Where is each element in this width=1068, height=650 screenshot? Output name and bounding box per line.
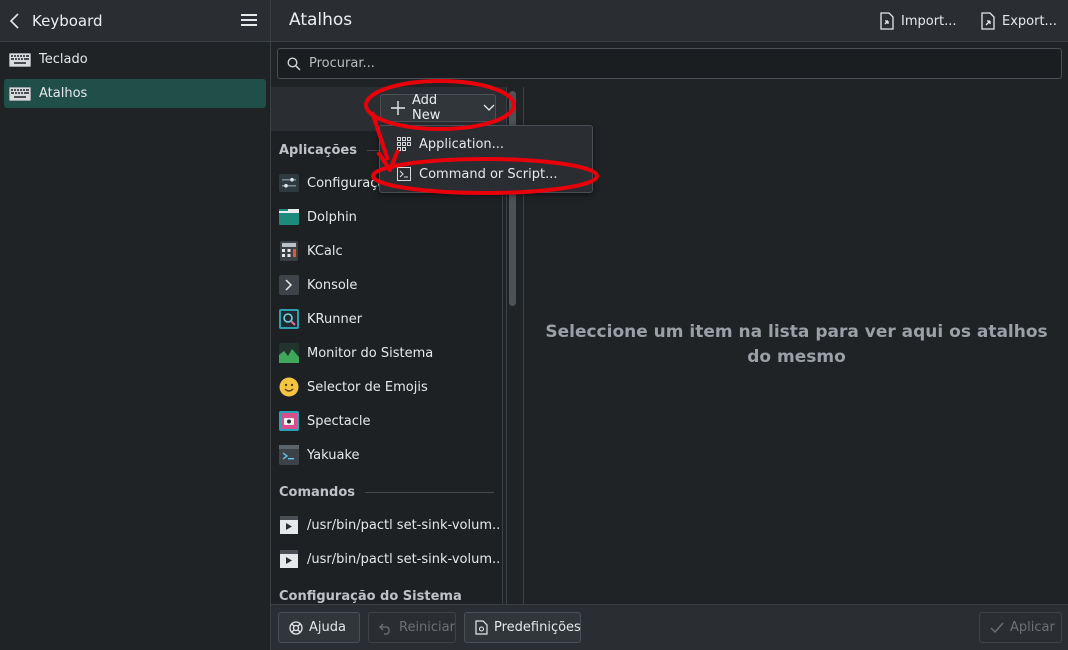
grid-icon <box>397 137 411 151</box>
apply-button[interactable]: Aplicar <box>979 612 1062 643</box>
add-new-label: Add New <box>412 93 441 123</box>
help-button[interactable]: Ajuda <box>278 612 360 643</box>
list-item[interactable]: /usr/bin/pactl set-sink-volum... <box>279 546 499 572</box>
document-import-icon <box>879 12 895 30</box>
list-item-label: KRunner <box>307 311 363 327</box>
undo-icon <box>379 621 393 635</box>
menu-item-label: Application... <box>419 136 505 152</box>
keyboard-icon <box>9 86 31 101</box>
lifebuoy-icon <box>289 620 303 635</box>
list-item[interactable]: KCalc <box>279 238 499 264</box>
list-item-label: Konsole <box>307 277 358 293</box>
sidebar-item-atalhos[interactable]: Atalhos <box>4 79 266 108</box>
list-item[interactable]: Spectacle <box>279 408 499 434</box>
chevron-left-icon <box>8 13 22 29</box>
search-input[interactable]: Procurar... <box>277 48 1062 79</box>
sidebar-item-label: Teclado <box>39 52 88 67</box>
terminal-icon <box>397 167 411 181</box>
list-item-label: Spectacle <box>307 413 371 429</box>
calculator-icon <box>279 241 299 261</box>
section-rule <box>365 492 494 493</box>
help-label: Ajuda <box>309 620 346 635</box>
document-export-icon <box>980 12 996 30</box>
system-settings-icon <box>279 173 299 193</box>
main-header: Atalhos Import... Export... <box>271 0 1068 42</box>
hamburger-icon <box>240 12 258 28</box>
list-item-label: Yakuake <box>307 447 360 463</box>
section-title: Aplicações <box>279 143 357 158</box>
import-label: Import... <box>901 13 957 29</box>
list-item-label: KCalc <box>307 243 343 259</box>
script-icon <box>279 549 299 569</box>
terminal-icon <box>279 275 299 295</box>
menu-item-command-or-script[interactable]: Command or Script... <box>380 160 594 188</box>
list-item-label: Selector de Emojis <box>307 379 428 395</box>
list-item-label: /usr/bin/pactl set-sink-volum... <box>307 517 499 533</box>
list-item-label: /usr/bin/pactl set-sink-volum... <box>307 551 499 567</box>
krunner-search-icon <box>279 309 299 329</box>
add-new-button[interactable]: Add New <box>380 93 496 123</box>
reset-button[interactable]: Reiniciar <box>368 612 456 643</box>
section-title: Configuração do Sistema <box>279 589 462 604</box>
yakuake-terminal-icon <box>279 445 299 465</box>
list-item-label: Monitor do Sistema <box>307 345 434 361</box>
page-title: Atalhos <box>289 10 353 30</box>
sidebar-item-label: Atalhos <box>39 86 88 101</box>
document-defaults-icon <box>475 620 488 635</box>
list-item[interactable]: /usr/bin/pactl set-sink-volum... <box>279 512 499 538</box>
emoji-icon <box>279 377 299 397</box>
apply-label: Aplicar <box>1010 620 1055 635</box>
system-monitor-icon <box>279 343 299 363</box>
list-item[interactable]: Yakuake <box>279 442 499 468</box>
menu-item-label: Command or Script... <box>419 166 558 182</box>
scrollbar-thumb[interactable] <box>509 91 516 306</box>
list-item[interactable]: Konsole <box>279 272 499 298</box>
plus-icon <box>390 100 406 116</box>
add-new-menu: Application... Command or Script... <box>379 125 593 193</box>
import-button[interactable]: Import... <box>879 10 957 32</box>
export-label: Export... <box>1002 13 1057 29</box>
dolphin-folder-icon <box>279 207 299 227</box>
defaults-button[interactable]: Predefinições <box>464 612 581 643</box>
back-label: Keyboard <box>32 12 103 30</box>
sidebar-item-teclado[interactable]: Teclado <box>4 45 266 74</box>
spectacle-camera-icon <box>279 411 299 431</box>
sidebar-header: Keyboard <box>0 0 270 42</box>
defaults-label: Predefinições <box>494 620 581 635</box>
search-icon <box>287 56 301 71</box>
empty-state-message: Seleccione um item na lista para ver aqu… <box>545 322 1048 367</box>
list-item-label: Dolphin <box>307 209 357 225</box>
script-icon <box>279 515 299 535</box>
checkmark-icon <box>990 622 1004 634</box>
export-button[interactable]: Export... <box>980 10 1057 32</box>
hamburger-menu-button[interactable] <box>240 12 258 30</box>
search-placeholder: Procurar... <box>309 56 375 71</box>
back-button[interactable]: Keyboard <box>8 9 128 33</box>
keyboard-icon <box>9 52 31 67</box>
section-title: Comandos <box>279 485 356 500</box>
reset-label: Reiniciar <box>399 620 455 635</box>
list-item[interactable]: Monitor do Sistema <box>279 340 499 366</box>
chevron-down-icon <box>483 104 495 112</box>
menu-item-application[interactable]: Application... <box>380 130 594 158</box>
list-item[interactable]: Dolphin <box>279 204 499 230</box>
list-item[interactable]: Selector de Emojis <box>279 374 499 400</box>
section-header-comandos: Comandos <box>279 485 494 500</box>
list-item[interactable]: KRunner <box>279 306 499 332</box>
section-header-configuracao-do-sistema: Configuração do Sistema <box>279 589 494 604</box>
